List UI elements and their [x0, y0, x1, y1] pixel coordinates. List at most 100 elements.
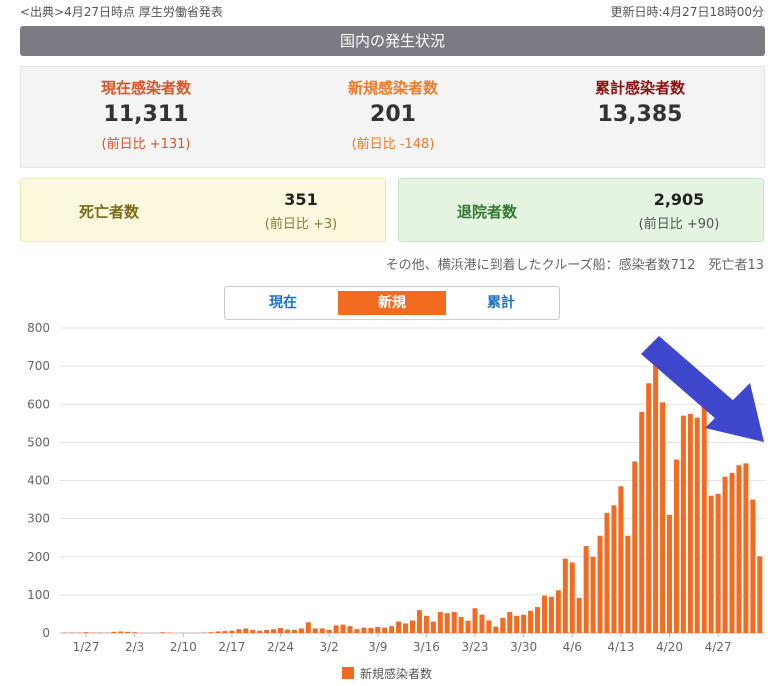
legend-label: 新規感染者数	[360, 666, 432, 681]
bar	[750, 499, 756, 633]
bar	[243, 628, 249, 633]
bar	[590, 556, 596, 633]
bar	[368, 628, 374, 633]
recovered-label: 退院者数	[457, 203, 518, 221]
bar	[298, 628, 304, 633]
x-tick-label: 3/23	[462, 640, 489, 654]
bar	[639, 411, 645, 633]
bar	[264, 629, 270, 633]
stat-total: 累計感染者数 13,385	[520, 77, 760, 127]
bar	[354, 629, 360, 633]
bar	[597, 535, 603, 633]
deaths-box: 死亡者数 351 (前日比 +3)	[20, 178, 386, 242]
bar	[111, 631, 117, 633]
recovered-diff: (前日比 +90)	[638, 217, 720, 232]
bar	[722, 476, 728, 633]
bar	[347, 626, 353, 633]
bar	[576, 597, 582, 633]
bar	[375, 626, 381, 633]
bar	[493, 626, 499, 633]
bar	[229, 630, 235, 633]
bar	[382, 627, 388, 633]
bar	[611, 505, 617, 633]
bar	[528, 610, 534, 633]
bar	[465, 620, 471, 633]
x-tick-label: 2/17	[218, 640, 245, 654]
bar	[208, 632, 214, 633]
x-tick-label: 3/2	[319, 640, 338, 654]
bar	[340, 624, 346, 633]
tab-current[interactable]: 現在	[229, 291, 337, 315]
bar	[555, 590, 561, 633]
stat-current-value: 11,311	[103, 102, 189, 127]
y-tick-label: 700	[27, 359, 50, 373]
y-tick-label: 300	[27, 512, 50, 526]
bar	[361, 627, 367, 633]
bar	[278, 628, 284, 633]
bar	[284, 629, 290, 633]
bar	[125, 631, 131, 633]
x-tick-label: 2/24	[267, 640, 294, 654]
bar	[83, 632, 89, 633]
new-cases-chart: 0 100 200 300 400 500 600 700 800 1/27 2/3 2/10 2/17…	[27, 321, 765, 681]
recovered-value: 2,905	[653, 190, 705, 209]
tab-total[interactable]: 累計	[447, 291, 555, 315]
bar	[486, 620, 492, 633]
y-tick-label: 200	[27, 550, 50, 564]
stat-current-label: 現在感染者数	[100, 79, 191, 97]
chart-tabs: 現在 新規 累計	[224, 286, 560, 320]
bar	[326, 629, 332, 633]
bar	[632, 461, 638, 633]
stat-total-label: 累計感染者数	[594, 79, 685, 97]
bar	[507, 612, 513, 633]
tab-new[interactable]: 新規	[338, 291, 446, 315]
stat-new-diff: (前日比 -148)	[351, 137, 435, 152]
stat-new: 新規感染者数 201 (前日比 -148)	[273, 77, 513, 152]
bar	[604, 512, 610, 633]
bar	[757, 556, 763, 633]
bar	[562, 558, 568, 633]
x-tick-label: 3/9	[368, 640, 387, 654]
x-tick-label: 4/27	[705, 640, 732, 654]
bar	[250, 629, 256, 633]
bar	[403, 623, 409, 633]
bar	[708, 495, 714, 633]
bar	[736, 465, 742, 633]
bar	[514, 615, 520, 633]
bar	[396, 621, 402, 633]
bar	[257, 630, 263, 633]
bar	[548, 596, 554, 633]
bar	[437, 612, 443, 633]
bar	[159, 632, 165, 633]
y-tick-label: 500	[27, 435, 50, 449]
bar	[569, 562, 575, 633]
bar	[743, 463, 749, 633]
bar	[305, 622, 311, 633]
bar	[583, 546, 589, 633]
y-tick-label: 0	[42, 626, 50, 640]
bar	[660, 402, 666, 633]
y-tick-label: 400	[27, 474, 50, 488]
bar	[236, 629, 242, 633]
stat-new-value: 201	[370, 102, 416, 127]
y-tick-label: 600	[27, 397, 50, 411]
x-tick-label: 3/16	[413, 640, 440, 654]
bar	[333, 625, 339, 633]
x-tick-label: 4/6	[563, 640, 582, 654]
bar	[535, 607, 541, 633]
bar	[729, 472, 735, 633]
bar	[451, 612, 457, 633]
y-tick-label: 100	[27, 588, 50, 602]
bar	[423, 615, 429, 633]
bar	[319, 628, 325, 633]
x-tick-label: 2/10	[170, 640, 197, 654]
bar	[222, 631, 228, 633]
bar	[646, 383, 652, 633]
bar	[521, 614, 527, 633]
bar	[694, 417, 700, 633]
bar	[472, 608, 478, 633]
legend-swatch	[342, 667, 354, 679]
bar	[479, 614, 485, 633]
cruise-ship-note: その他、横浜港に到着したクルーズ船：感染者数712 死亡者13	[385, 258, 764, 273]
section-title: 国内の発生状況	[20, 26, 765, 56]
